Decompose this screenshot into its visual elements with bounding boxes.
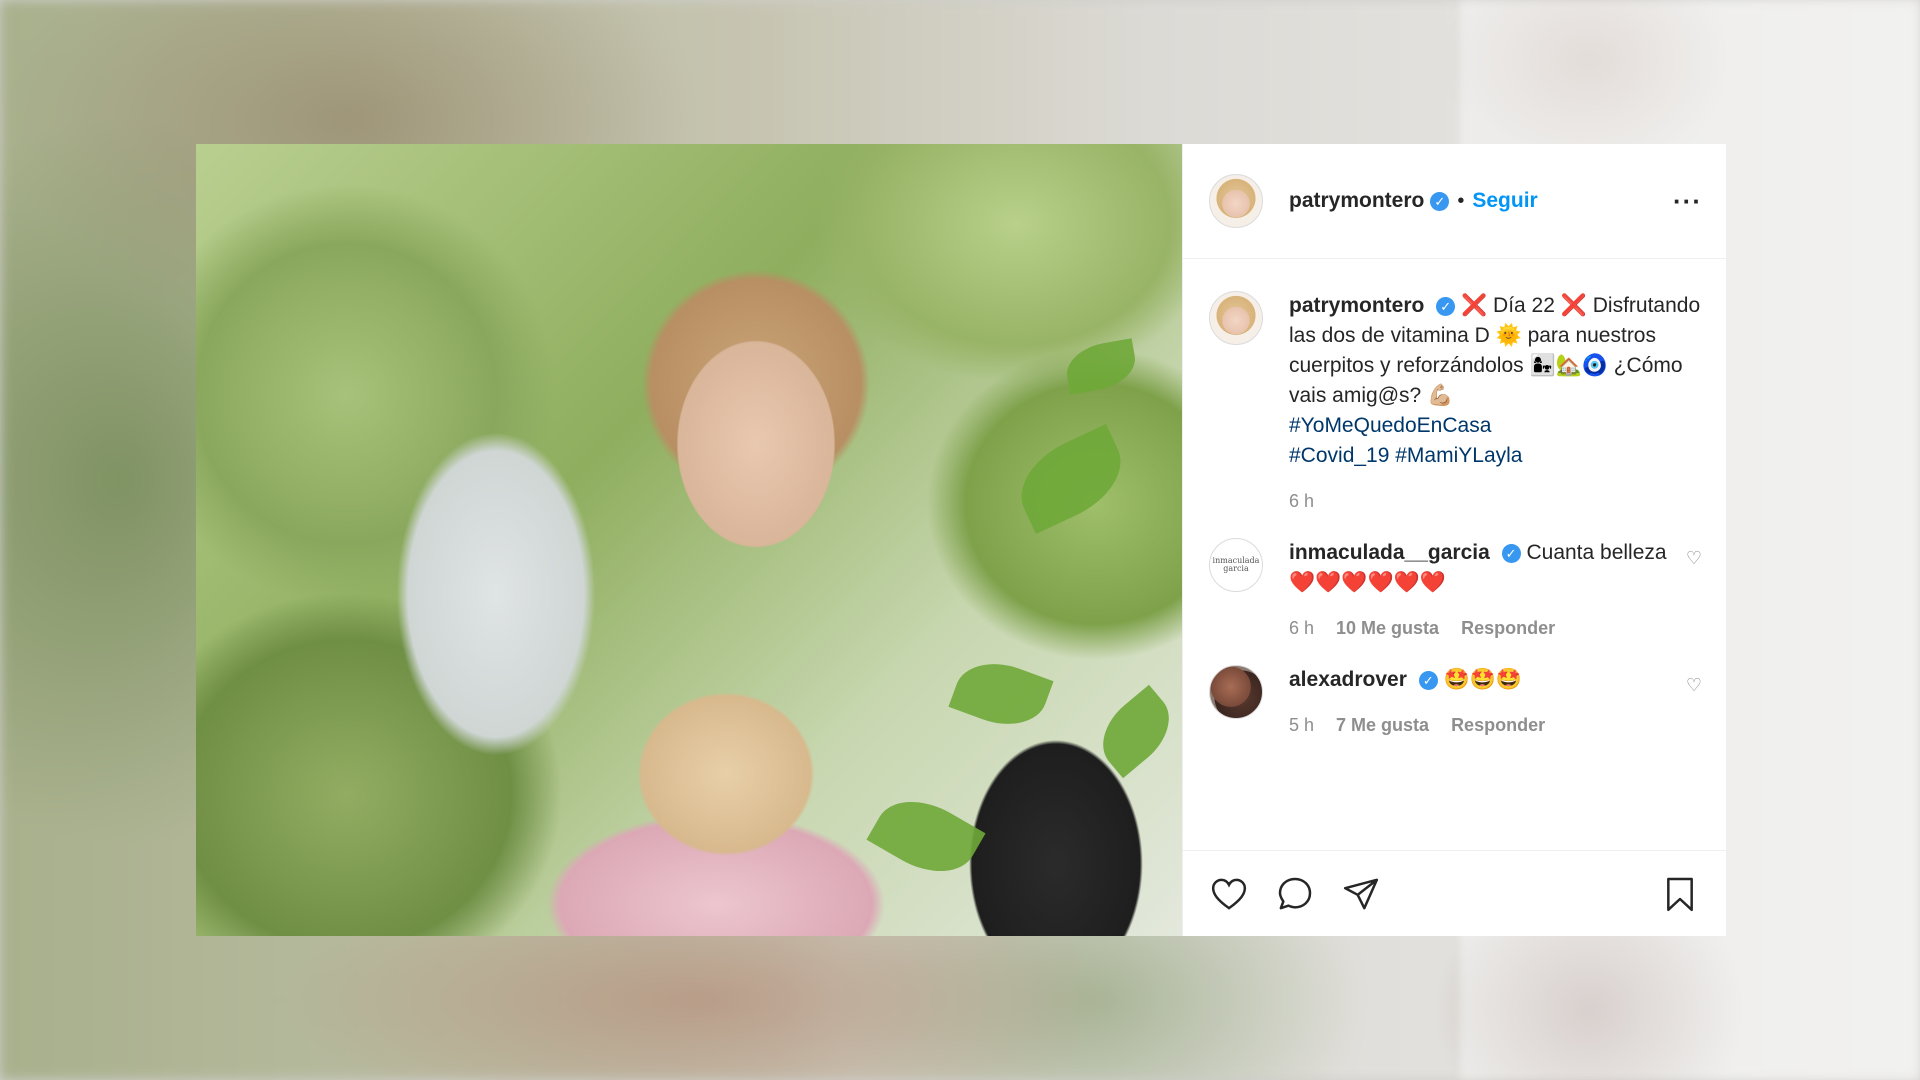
hashtag-link[interactable]: #Covid_19 [1289,444,1389,467]
more-options-icon[interactable]: ··· [1673,186,1702,217]
comment-meta: 5 h 7 Me gusta Responder [1289,715,1670,736]
comment-item: alexadrover ✓ 🤩🤩🤩 5 h 7 Me gusta Respond… [1209,665,1702,736]
leaf-decoration [948,650,1054,738]
action-bar [1183,850,1726,936]
verified-badge-icon: ✓ [1436,296,1456,316]
comment-body: alexadrover ✓ 🤩🤩🤩 5 h 7 Me gusta Respond… [1289,665,1670,736]
comment-icon[interactable] [1275,874,1315,914]
comment-time[interactable]: 5 h [1289,715,1314,736]
caption-meta: 6 h [1289,491,1702,512]
caption-entry: patrymontero ✓ ❌ Día 22 ❌ Disfrutando la… [1209,291,1702,512]
comment-text: inmaculada__garcia ✓ Cuanta belleza❤️❤️❤… [1289,538,1670,598]
comment-likes[interactable]: 7 Me gusta [1336,715,1429,736]
caption-time[interactable]: 6 h [1289,491,1314,512]
reply-button[interactable]: Responder [1451,715,1545,736]
small-heart-icon[interactable]: ♡ [1686,675,1702,696]
commenter-username[interactable]: inmaculada__garcia [1289,541,1490,564]
comment-item: inmaculada garcia inmaculada__garcia ✓ C… [1209,538,1702,639]
post-photo[interactable] [196,144,1182,936]
comments-section: patrymontero ✓ ❌ Día 22 ❌ Disfrutando la… [1183,259,1726,850]
hashtag-link[interactable]: #MamiYLayla [1395,444,1522,467]
share-icon[interactable] [1341,874,1381,914]
post-header: patrymontero ✓ • Seguir ··· [1183,144,1726,259]
caption-username[interactable]: patrymontero [1289,294,1424,317]
comment-meta: 6 h 10 Me gusta Responder [1289,618,1670,639]
caption-day-label: ❌ Día 22 ❌ [1461,294,1587,317]
comment-time[interactable]: 6 h [1289,618,1314,639]
comment-likes[interactable]: 10 Me gusta [1336,618,1439,639]
caption-body: patrymontero ✓ ❌ Día 22 ❌ Disfrutando la… [1289,291,1702,512]
follow-button[interactable]: Seguir [1472,189,1537,213]
comment-body: inmaculada__garcia ✓ Cuanta belleza❤️❤️❤… [1289,538,1670,639]
leaf-decoration [866,783,986,890]
leaf-decoration [1062,338,1140,395]
leaf-decoration [1087,684,1182,779]
separator-dot: • [1457,189,1465,212]
heart-icon[interactable] [1209,874,1249,914]
caption-text: patrymontero ✓ ❌ Día 22 ❌ Disfrutando la… [1289,291,1702,471]
leaf-decoration [1006,424,1136,534]
commenter-avatar[interactable] [1209,665,1263,719]
small-heart-icon[interactable]: ♡ [1686,548,1702,569]
verified-badge-icon: ✓ [1430,191,1450,211]
verified-badge-icon: ✓ [1418,670,1438,690]
author-avatar[interactable] [1209,174,1263,228]
verified-badge-icon: ✓ [1501,543,1521,563]
commenter-username[interactable]: alexadrover [1289,668,1407,691]
instagram-post-card: patrymontero ✓ • Seguir ··· patrymontero… [196,144,1726,936]
commenter-avatar[interactable]: inmaculada garcia [1209,538,1263,592]
author-row: patrymontero ✓ • Seguir [1289,189,1538,213]
comment-message: 🤩🤩🤩 [1443,668,1523,691]
author-username[interactable]: patrymontero [1289,189,1424,213]
caption-avatar[interactable] [1209,291,1263,345]
post-sidebar: patrymontero ✓ • Seguir ··· patrymontero… [1182,144,1726,936]
reply-button[interactable]: Responder [1461,618,1555,639]
bookmark-icon[interactable] [1660,874,1700,914]
hashtag-link[interactable]: #YoMeQuedoEnCasa [1289,414,1491,437]
comment-text: alexadrover ✓ 🤩🤩🤩 [1289,665,1670,695]
